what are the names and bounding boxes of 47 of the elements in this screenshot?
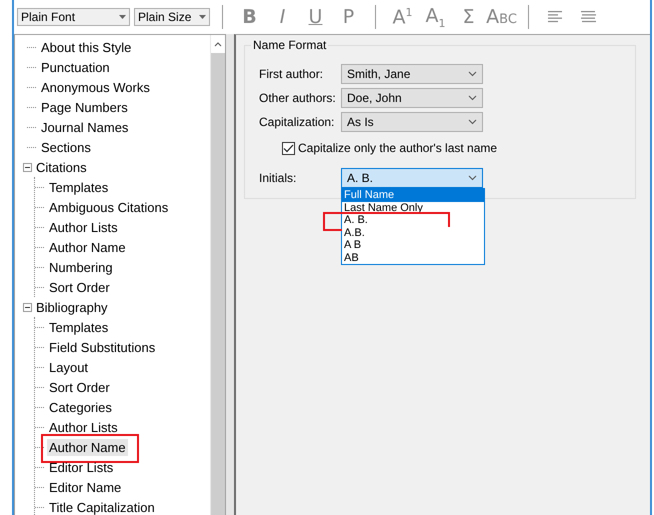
- group-title: Name Format: [251, 38, 328, 52]
- tree-item[interactable]: Categories: [47, 398, 114, 416]
- font-select[interactable]: Plain Font: [17, 8, 130, 26]
- tree-item[interactable]: Sort Order: [47, 378, 112, 396]
- tree-item[interactable]: Editor Name: [47, 478, 124, 496]
- field-label: Initials:: [259, 171, 298, 185]
- tree-item[interactable]: Bibliography: [34, 298, 110, 316]
- tree-item[interactable]: About this Style: [39, 38, 134, 56]
- tree-item[interactable]: Field Substitutions: [47, 338, 158, 356]
- tree-item[interactable]: Sort Order: [47, 278, 112, 296]
- tree-item[interactable]: Author Name: [47, 438, 128, 456]
- tree-item[interactable]: Ambiguous Citations: [47, 198, 170, 216]
- tree-item[interactable]: Author Lists: [47, 418, 120, 436]
- chevron-down-icon: [468, 175, 477, 181]
- tree-item[interactable]: Anonymous Works: [39, 78, 152, 96]
- scrollbar[interactable]: [210, 35, 225, 515]
- tree-item[interactable]: Title Capitalization: [47, 498, 157, 515]
- tree-item[interactable]: Numbering: [47, 258, 115, 276]
- dropdown[interactable]: Smith, Jane: [341, 64, 483, 84]
- dropdown[interactable]: Doe, John: [341, 88, 483, 108]
- collapse-icon[interactable]: [23, 302, 32, 312]
- collapse-icon[interactable]: [23, 162, 32, 172]
- dropdown-option[interactable]: Full Name: [342, 189, 484, 202]
- checkbox[interactable]: [282, 142, 295, 154]
- tree-item[interactable]: Templates: [47, 178, 110, 196]
- field-label: Other authors:: [259, 91, 337, 105]
- tree-item[interactable]: Page Numbers: [39, 98, 130, 116]
- dropdown[interactable]: As Is: [341, 112, 483, 132]
- tree-item[interactable]: Citations: [34, 158, 89, 176]
- tree-item[interactable]: Templates: [47, 318, 110, 336]
- tree-item[interactable]: Punctuation: [39, 58, 112, 76]
- tree-item[interactable]: Editor Lists: [47, 458, 116, 476]
- tree-item[interactable]: Author Lists: [47, 218, 120, 236]
- tree-item[interactable]: Layout: [47, 358, 90, 376]
- chevron-down-icon: [468, 95, 477, 101]
- field-label: First author:: [259, 67, 324, 81]
- tree-item[interactable]: Author Name: [47, 238, 128, 256]
- tree-item[interactable]: Sections: [39, 138, 93, 156]
- size-select[interactable]: Plain Size: [134, 8, 210, 26]
- checkbox-label: Capitalize only the author's last name: [298, 141, 498, 155]
- scroll-up-icon[interactable]: [214, 42, 222, 46]
- dropdown-arrow-icon: [199, 15, 206, 19]
- dropdown-arrow-icon: [119, 15, 126, 19]
- tree-item[interactable]: Journal Names: [39, 118, 130, 136]
- chevron-down-icon: [468, 71, 477, 77]
- field-label: Capitalization:: [259, 115, 336, 129]
- chevron-down-icon: [468, 119, 477, 125]
